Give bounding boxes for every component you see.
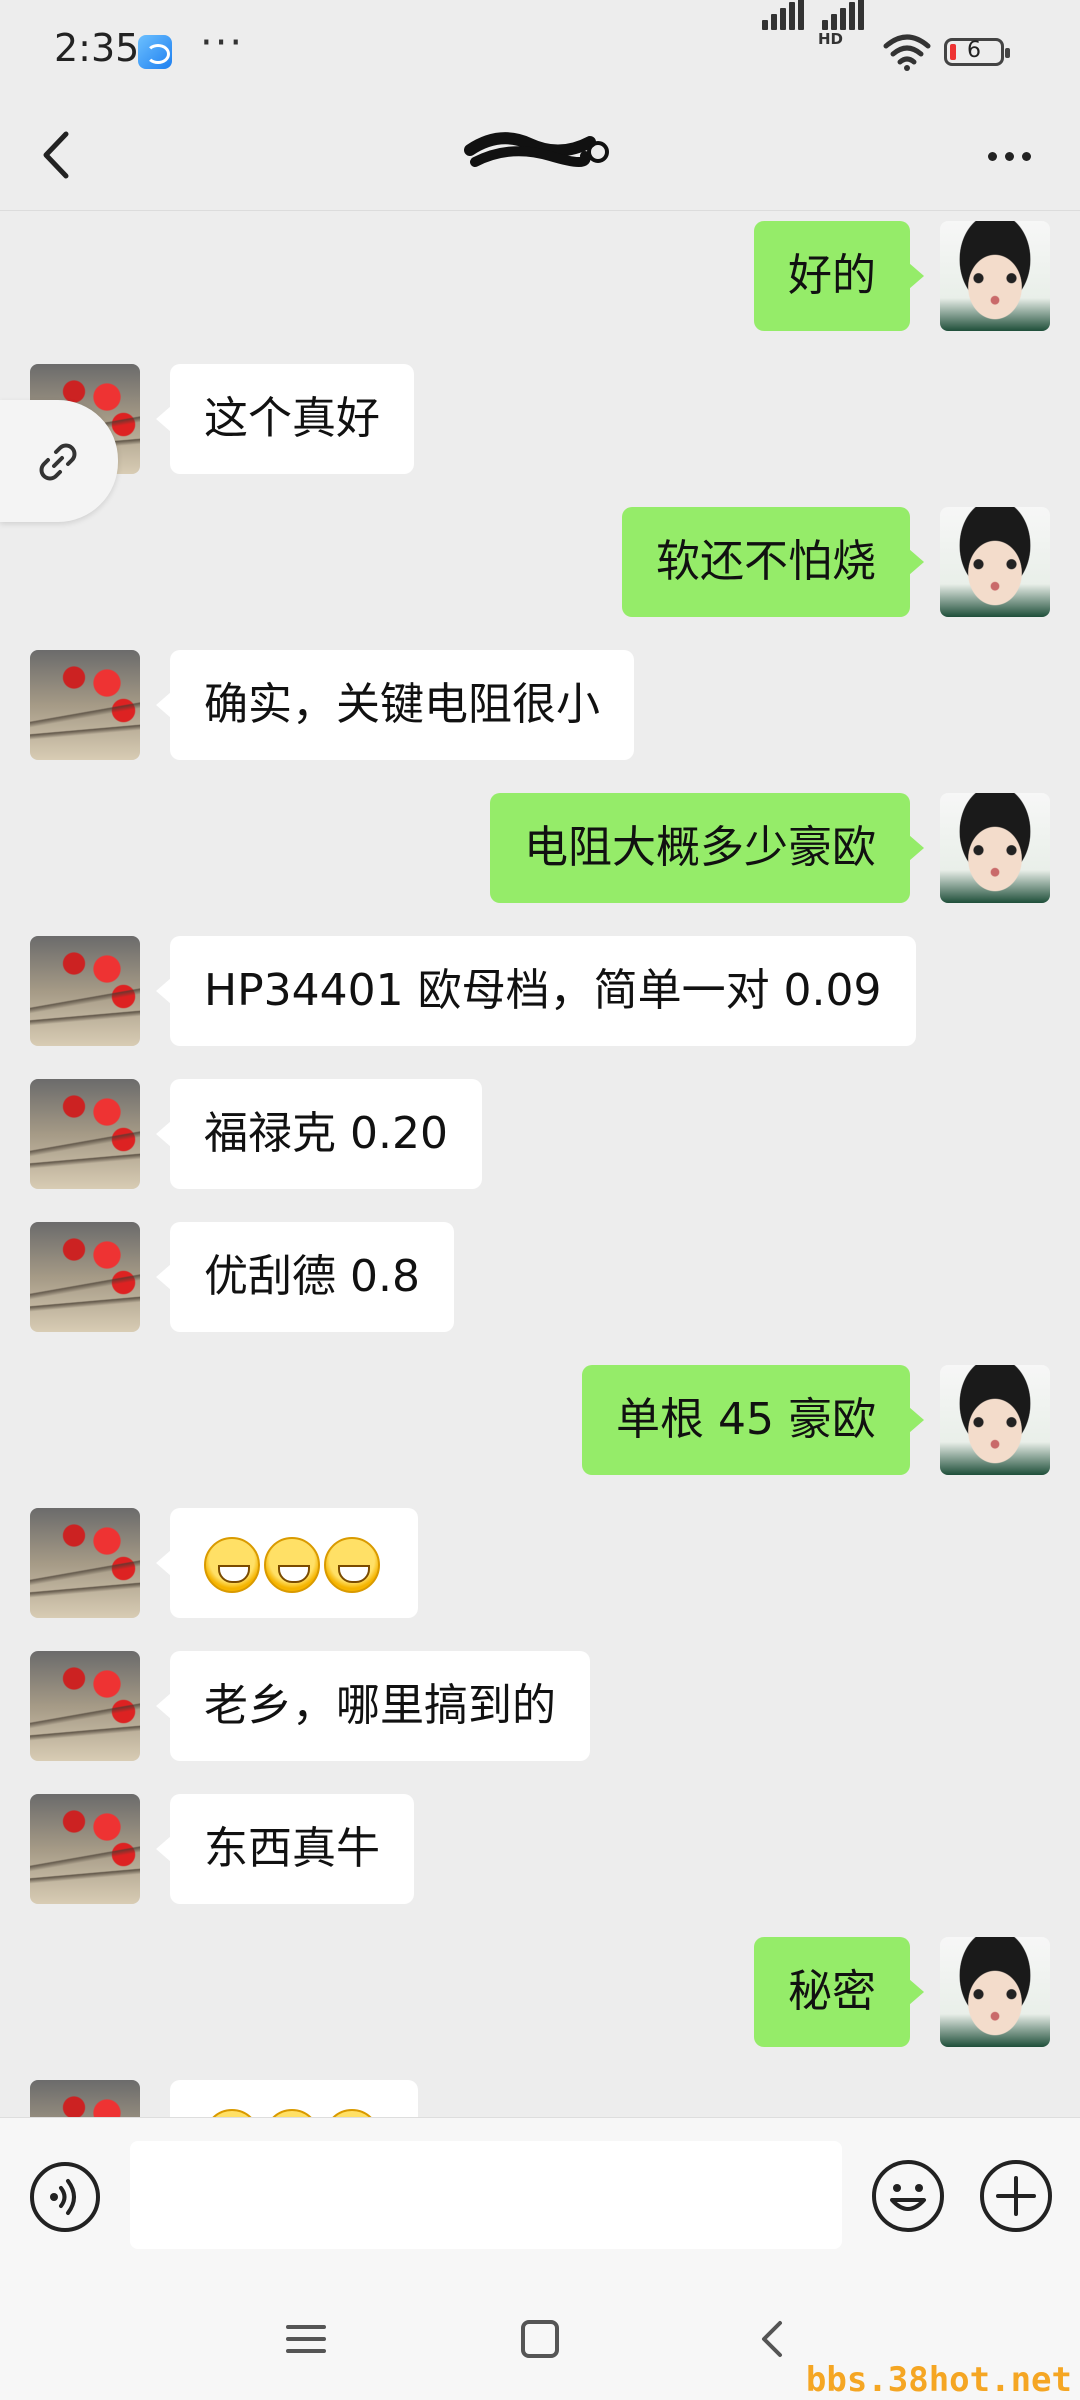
message-other: HP34401 欧母档，简单一对 0.09 xyxy=(0,926,1080,1046)
avatar-self[interactable] xyxy=(940,221,1050,331)
avatar-other[interactable] xyxy=(30,1508,140,1618)
input-bar xyxy=(0,2117,1080,2278)
status-more: ··· xyxy=(200,20,245,66)
avatar-self[interactable] xyxy=(940,793,1050,903)
grinning-emoji-icon xyxy=(204,2109,260,2117)
redacted-title-scribble xyxy=(464,132,609,167)
menu-icon[interactable] xyxy=(282,2315,330,2363)
avatar-self[interactable] xyxy=(940,1365,1050,1475)
avatar-other[interactable] xyxy=(30,1222,140,1332)
message-bubble[interactable]: 福禄克 0.20 xyxy=(156,1079,482,1189)
message-other: 优刮德 0.8 xyxy=(0,1212,1080,1332)
message-self: 秘密 xyxy=(0,1927,1080,2047)
message-list[interactable]: 好的 这个真好 软还不怕烧 确实，关键电阻很小 电阻大概多少豪欧 HP34401… xyxy=(0,211,1080,2117)
message-other: 确实，关键电阻很小 xyxy=(0,640,1080,760)
grinning-emoji-icon xyxy=(204,1537,260,1593)
message-bubble[interactable]: 这个真好 xyxy=(156,364,414,474)
message-other xyxy=(0,2070,1080,2117)
more-button[interactable] xyxy=(980,130,1040,180)
message-self: 软还不怕烧 xyxy=(0,497,1080,617)
battery-icon: 6 xyxy=(944,38,1010,66)
plus-icon[interactable] xyxy=(978,2158,1054,2234)
message-bubble[interactable]: 电阻大概多少豪欧 xyxy=(490,793,924,903)
message-other: 老乡，哪里搞到的 xyxy=(0,1641,1080,1761)
hd-label: HD xyxy=(818,30,844,48)
system-nav-bar: bbs.38hot.net xyxy=(0,2277,1080,2400)
status-bar: 2:35 ··· HD 6 xyxy=(0,0,1080,100)
avatar-other[interactable] xyxy=(30,1651,140,1761)
avatar-other[interactable] xyxy=(30,1079,140,1189)
avatar-other[interactable] xyxy=(30,1794,140,1904)
message-bubble[interactable]: 软还不怕烧 xyxy=(622,507,924,617)
message-bubble-emoji[interactable] xyxy=(156,1508,418,1618)
message-bubble[interactable]: 东西真牛 xyxy=(156,1794,414,1904)
message-bubble[interactable]: 好的 xyxy=(754,221,924,331)
link-icon xyxy=(39,443,77,481)
message-other xyxy=(0,1498,1080,1618)
grinning-emoji-icon xyxy=(324,2109,380,2117)
message-self: 电阻大概多少豪欧 xyxy=(0,783,1080,903)
avatar-self[interactable] xyxy=(940,1937,1050,2047)
link-floating-button[interactable] xyxy=(0,400,118,522)
grinning-emoji-icon xyxy=(324,1537,380,1593)
message-self: 好的 xyxy=(0,211,1080,331)
avatar-other[interactable] xyxy=(30,2080,140,2117)
message-other: 东西真牛 xyxy=(0,1784,1080,1904)
chevron-left-icon xyxy=(43,131,69,179)
chat-header xyxy=(0,100,1080,211)
avatar-other[interactable] xyxy=(30,650,140,760)
message-bubble[interactable]: 老乡，哪里搞到的 xyxy=(156,1651,590,1761)
message-bubble-emoji[interactable] xyxy=(170,2080,418,2117)
avatar-other[interactable] xyxy=(30,936,140,1046)
message-bubble[interactable]: 确实，关键电阻很小 xyxy=(156,650,634,760)
app-notification-icon xyxy=(138,35,172,69)
smiley-icon[interactable] xyxy=(870,2158,946,2234)
home-icon[interactable] xyxy=(516,2315,564,2363)
message-self: 单根 45 豪欧 xyxy=(0,1355,1080,1475)
avatar-self[interactable] xyxy=(940,507,1050,617)
message-bubble[interactable]: 优刮德 0.8 xyxy=(156,1222,454,1332)
back-button[interactable] xyxy=(28,120,88,190)
message-bubble[interactable]: 单根 45 豪欧 xyxy=(582,1365,924,1475)
grinning-emoji-icon xyxy=(264,2109,320,2117)
nav-back-icon[interactable] xyxy=(750,2315,798,2363)
message-bubble[interactable]: HP34401 欧母档，简单一对 0.09 xyxy=(156,936,916,1046)
voice-icon[interactable] xyxy=(28,2160,102,2234)
message-bubble[interactable]: 秘密 xyxy=(754,1937,924,2047)
message-input[interactable] xyxy=(130,2141,842,2249)
message-other: 福禄克 0.20 xyxy=(0,1069,1080,1189)
grinning-emoji-icon xyxy=(264,1537,320,1593)
wifi-icon xyxy=(883,34,931,71)
status-time: 2:35 xyxy=(54,26,140,70)
message-other: 这个真好 xyxy=(0,354,1080,474)
watermark: bbs.38hot.net xyxy=(805,2360,1072,2400)
battery-level: 6 xyxy=(967,38,981,63)
